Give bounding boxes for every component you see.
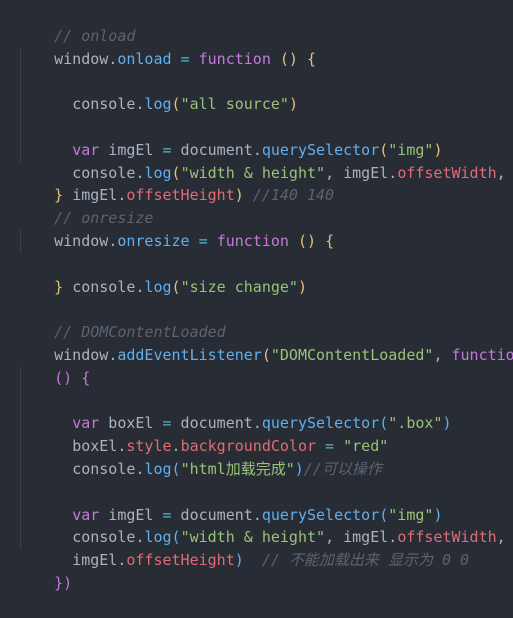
code-line-14: // DOMContentLoaded xyxy=(0,298,513,321)
code-line-8: } xyxy=(0,162,513,185)
indent-guide xyxy=(20,526,21,549)
code-line-10: window.onresize = function () { xyxy=(0,207,513,230)
indent-guide xyxy=(20,481,21,504)
indent-guide xyxy=(20,48,21,71)
code-line-22: console.log("width & height", imgEl.offs… xyxy=(0,481,513,504)
indent-guide xyxy=(20,458,21,481)
indent-guide xyxy=(20,139,21,162)
indent-guide xyxy=(20,116,21,139)
indent-guide xyxy=(20,93,21,116)
code-line-20 xyxy=(0,435,513,458)
code-line-18: boxEl.style.backgroundColor = "red" xyxy=(0,390,513,413)
code-line-6: console.log("width & height", imgEl.offs… xyxy=(0,116,513,139)
code-line-11: console.log("size change") xyxy=(0,230,513,253)
code-line-2: window.onload = function () { xyxy=(0,25,513,48)
code-line-9: // onresize xyxy=(0,184,513,207)
code-editor[interactable]: // onload window.onload = function () { … xyxy=(0,0,513,577)
code-line-12: } xyxy=(0,253,513,276)
code-line-7: imgEl.offsetHeight) //140 140 xyxy=(0,139,513,162)
code-line-4 xyxy=(0,70,513,93)
indent-guide xyxy=(20,390,21,413)
code-line-5: var imgEl = document.querySelector("img"… xyxy=(0,93,513,116)
code-line-17: var boxEl = document.querySelector(".box… xyxy=(0,367,513,390)
code-line-16: () { xyxy=(0,344,513,367)
indent-guide xyxy=(20,70,21,93)
indent-guide xyxy=(20,367,21,390)
code-line-19: console.log("html加载完成")//可以操作 xyxy=(0,412,513,435)
code-line-25: }) xyxy=(0,549,513,572)
code-line-15: window.addEventListener("DOMContentLoade… xyxy=(0,321,513,344)
indent-guide xyxy=(20,412,21,435)
indent-guide xyxy=(20,230,21,253)
code-line-1: // onload xyxy=(0,2,513,25)
indent-guide xyxy=(20,435,21,458)
code-line-13 xyxy=(0,276,513,299)
code-line-24 xyxy=(0,526,513,549)
code-line-23: imgEl.offsetHeight) // 不能加载出来 显示为 0 0 xyxy=(0,504,513,527)
indent-guide xyxy=(20,504,21,527)
code-line-21: var imgEl = document.querySelector("img"… xyxy=(0,458,513,481)
code-line-3: console.log("all source") xyxy=(0,48,513,71)
